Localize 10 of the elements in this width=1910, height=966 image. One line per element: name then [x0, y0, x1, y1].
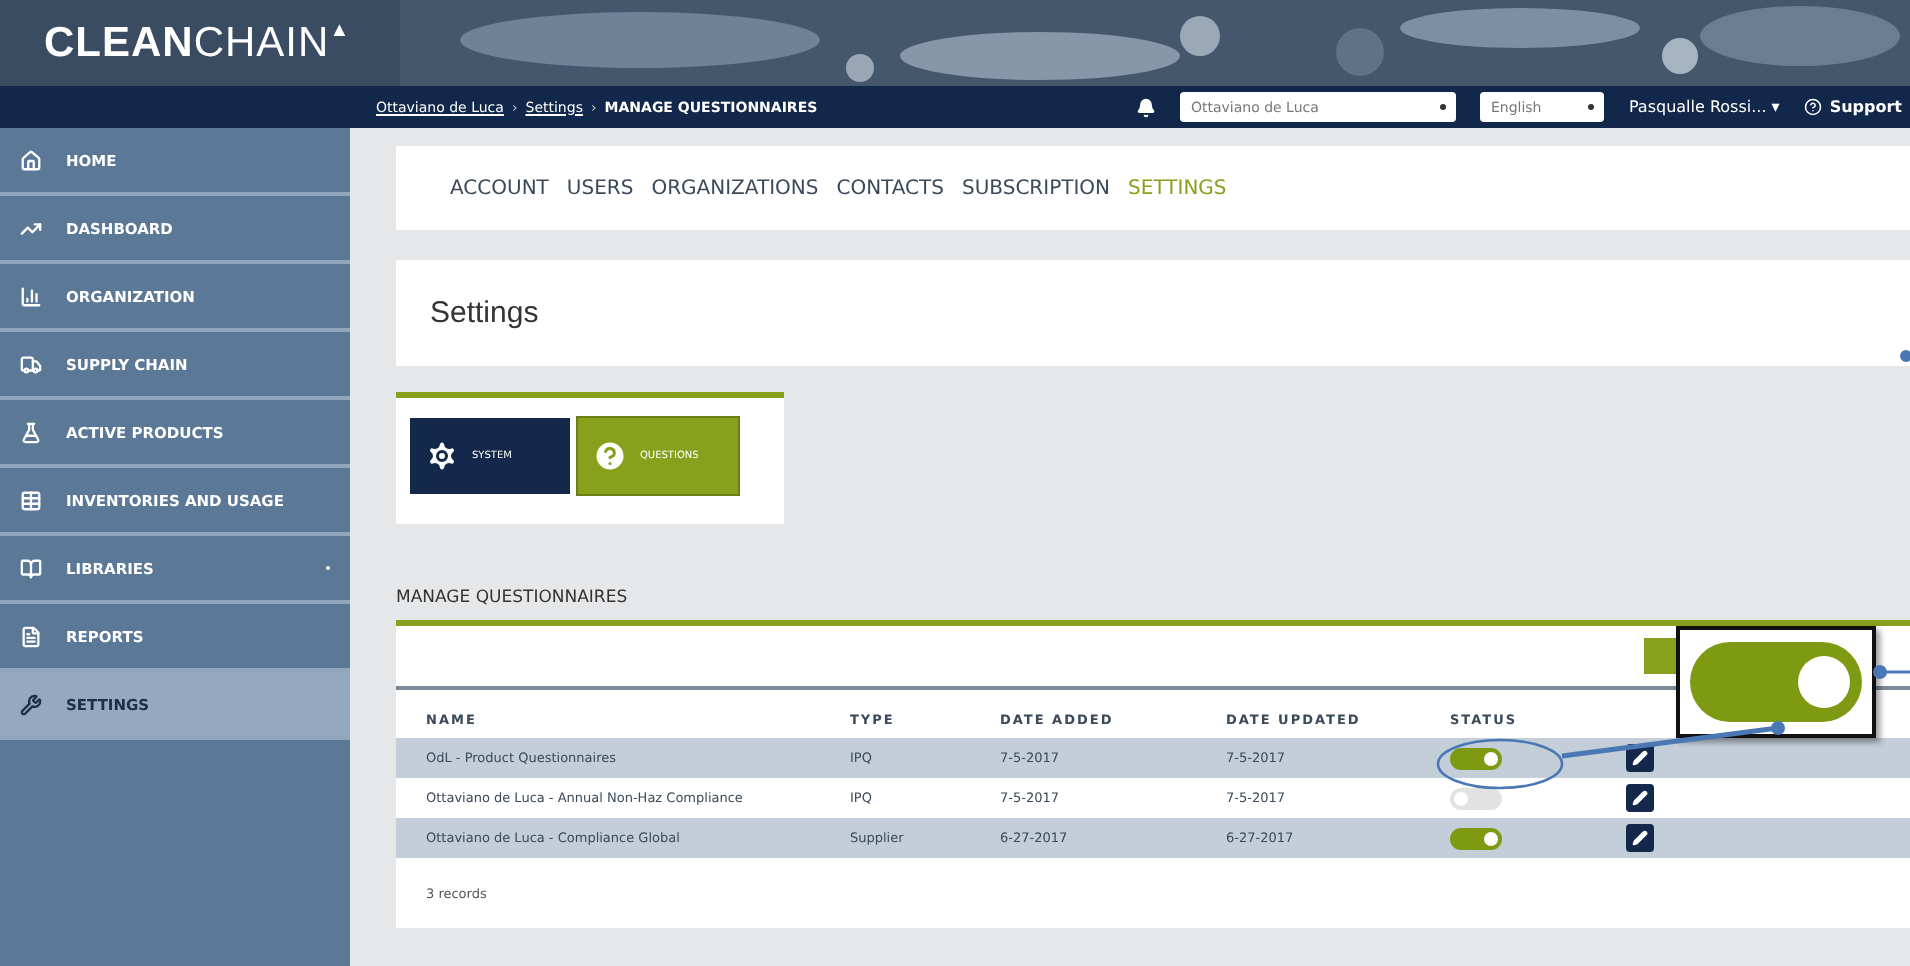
- section-title: MANAGE QUESTIONNAIRES: [396, 588, 630, 608]
- tab[interactable]: ACCOUNT: [450, 177, 549, 199]
- tab[interactable]: SETTINGS: [1128, 177, 1227, 199]
- tab[interactable]: USERS: [566, 177, 634, 199]
- page-title: Settings: [430, 296, 539, 330]
- tab[interactable]: CONTACTS: [836, 177, 944, 199]
- tab[interactable]: SUBSCRIPTION: [962, 177, 1111, 199]
- tab[interactable]: ORGANIZATIONS: [651, 177, 819, 199]
- user-menu[interactable]: Pasqualle Rossi... ▾: [1628, 98, 1780, 116]
- support-link[interactable]: Support: [1829, 98, 1902, 116]
